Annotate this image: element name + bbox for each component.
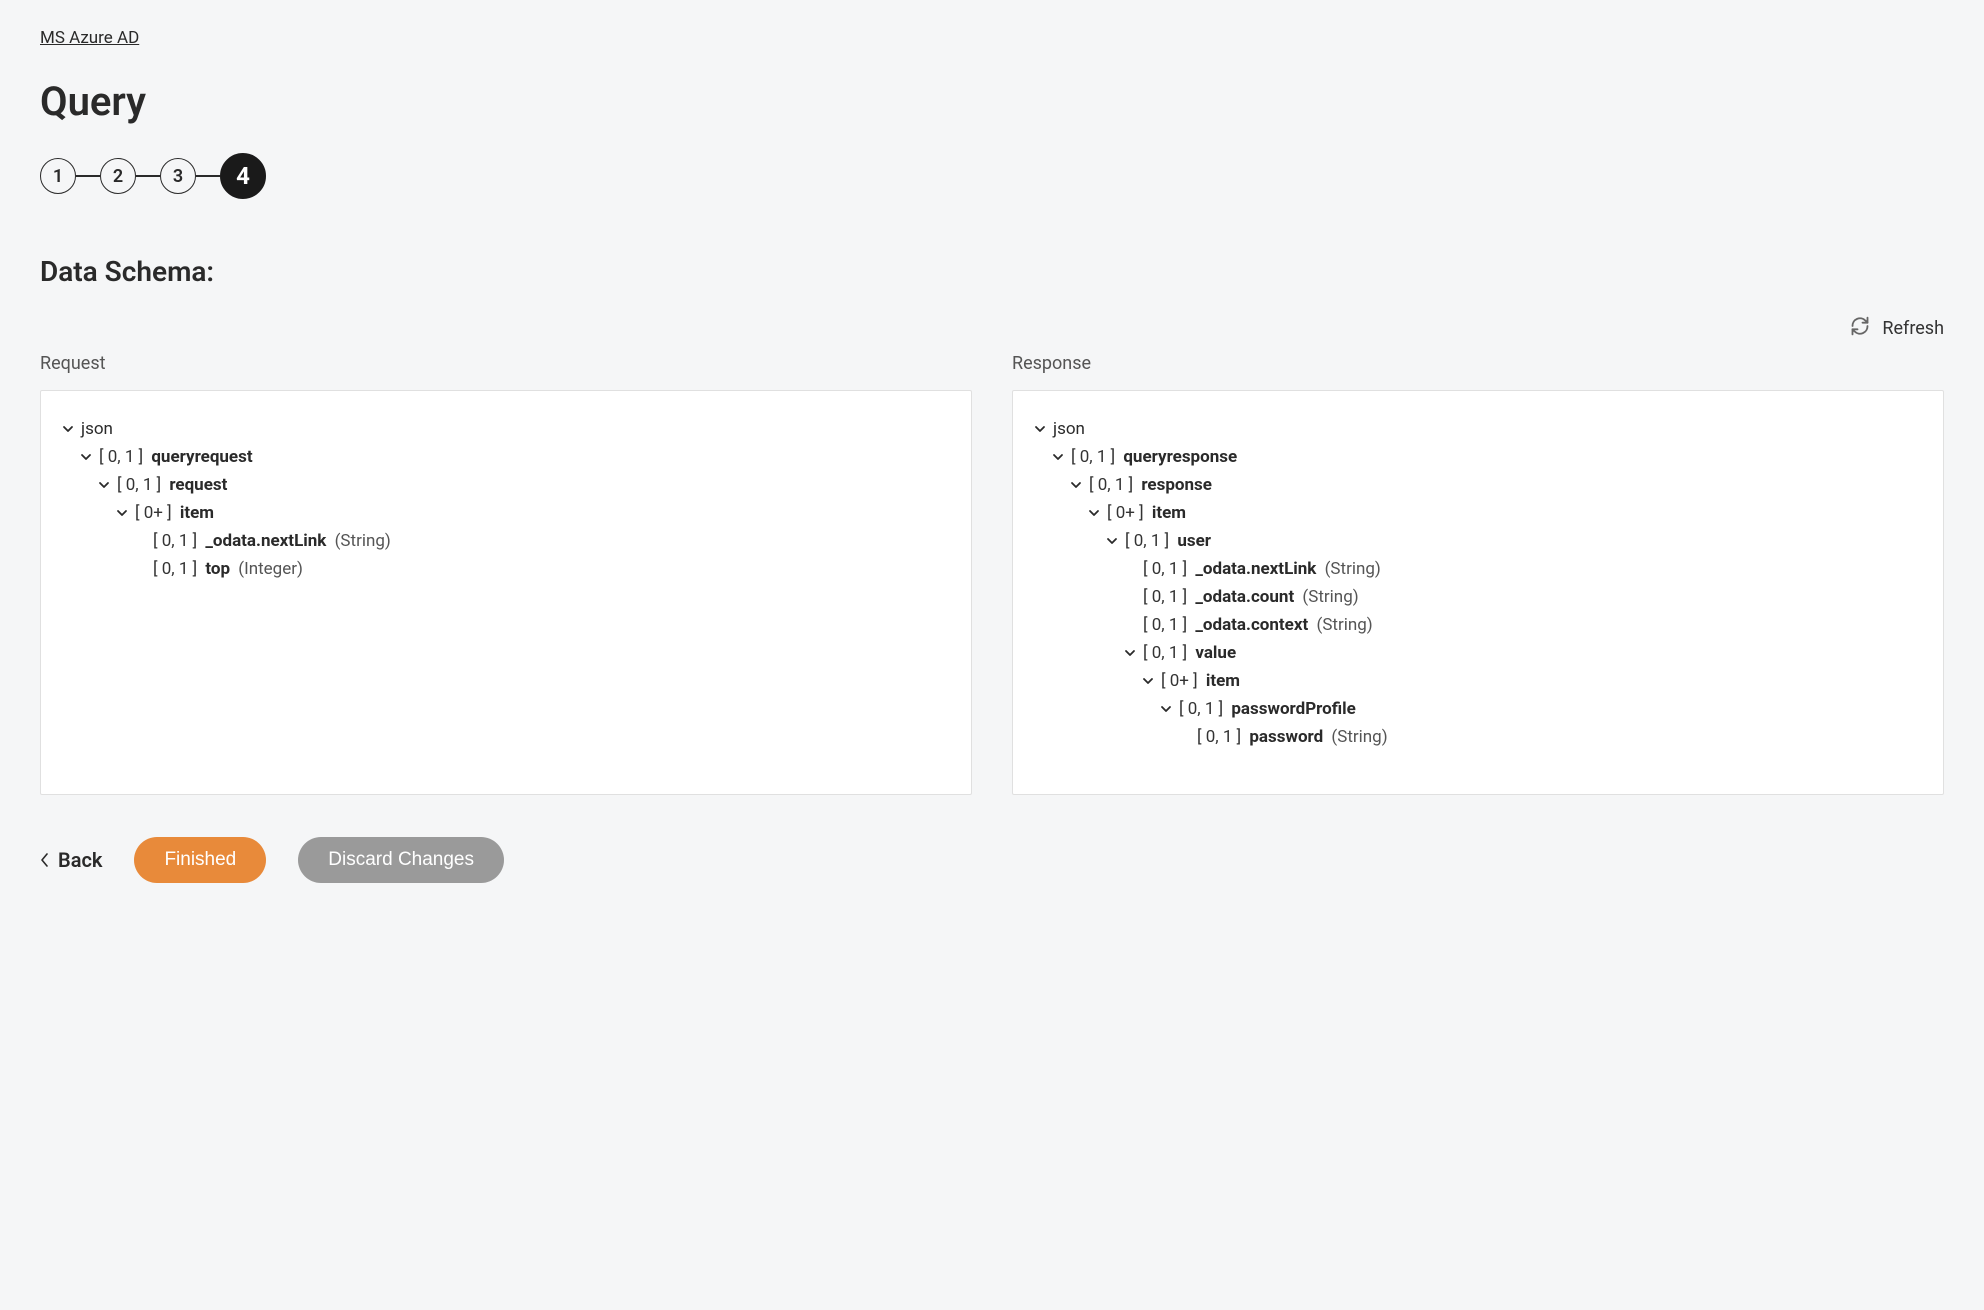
tree-children: [ 0, 1 ] user [ 0, 1 ] _odata.nextLink (S… [1033,527,1923,751]
discard-changes-button[interactable]: Discard Changes [298,837,504,883]
stepper: 1234 [40,153,1944,199]
tree-node[interactable]: json [1033,415,1923,443]
refresh-label: Refresh [1882,318,1944,339]
request-column-title: Request [40,353,972,374]
tree-node-label: [ 0, 1 ] password (String) [1197,727,1388,747]
response-column-title: Response [1012,353,1944,374]
tree-node[interactable]: [ 0, 1 ] queryresponse [1033,443,1923,471]
chevron-down-icon [1123,618,1137,632]
tree-node[interactable]: [ 0, 1 ] user [1033,527,1923,555]
tree-node[interactable]: [ 0, 1 ] _odata.context (String) [1033,611,1923,639]
tree-node-label: [ 0, 1 ] response [1089,475,1212,495]
tree-node[interactable]: [ 0, 1 ] passwordProfile [1033,695,1923,723]
tree-node[interactable]: [ 0, 1 ] _odata.nextLink (String) [61,527,951,555]
tree-node[interactable]: [ 0, 1 ] _odata.count (String) [1033,583,1923,611]
tree-node-label: [ 0, 1 ] _odata.nextLink (String) [153,531,391,551]
tree-node[interactable]: [ 0, 1 ] queryrequest [61,443,951,471]
tree-node[interactable]: [ 0, 1 ] top (Integer) [61,555,951,583]
chevron-down-icon [133,534,147,548]
step-connector [196,175,220,177]
chevron-down-icon [1105,534,1119,548]
breadcrumb-link[interactable]: MS Azure AD [40,28,139,48]
tree-node-label: [ 0, 1 ] _odata.context (String) [1143,615,1373,635]
tree-node-label: json [1053,419,1085,439]
tree-node[interactable]: [ 0, 1 ] response [1033,471,1923,499]
tree-node-label: [ 0, 1 ] queryresponse [1071,447,1237,467]
chevron-down-icon [115,506,129,520]
tree-children: [ 0+ ] item [ 0, 1 ] user [ 0, 1 ] _odata.… [1033,499,1923,751]
tree-node-label: json [81,419,113,439]
section-title: Data Schema: [40,255,1944,288]
tree-children: [ 0, 1 ] password (String) [1033,723,1923,751]
chevron-left-icon [40,848,50,872]
tree-children: [ 0, 1 ] passwordProfile [ 0, 1 ] passwor… [1033,695,1923,751]
tree-children: [ 0, 1 ] response[ 0+ ] item[ 0, 1 ] use… [1033,471,1923,751]
response-schema-panel: json [ 0, 1 ] queryresponse [ 0, 1 ] respo… [1012,390,1944,795]
chevron-down-icon [1087,506,1101,520]
request-schema-panel: json [ 0, 1 ] queryrequest [ 0, 1 ] reques… [40,390,972,795]
tree-children: [ 0+ ] item[ 0, 1 ] passwordProfile[ 0, … [1033,667,1923,751]
footer-actions: Back Finished Discard Changes [40,837,1944,883]
tree-children: [ 0, 1 ] queryresponse [ 0, 1 ] response [… [1033,443,1923,751]
back-label: Back [58,848,102,872]
tree-node[interactable]: [ 0, 1 ] request [61,471,951,499]
chevron-down-icon [1159,702,1173,716]
step-1[interactable]: 1 [40,158,76,194]
step-2[interactable]: 2 [100,158,136,194]
tree-node-label: [ 0+ ] item [135,503,214,523]
refresh-button[interactable]: Refresh [40,316,1944,341]
tree-node-label: [ 0+ ] item [1161,671,1240,691]
tree-node[interactable]: [ 0, 1 ] value [1033,639,1923,667]
step-4[interactable]: 4 [220,153,266,199]
tree-node[interactable]: [ 0, 1 ] _odata.nextLink (String) [1033,555,1923,583]
chevron-down-icon [1141,674,1155,688]
tree-node-label: [ 0+ ] item [1107,503,1186,523]
back-button[interactable]: Back [40,848,102,872]
tree-node[interactable]: [ 0, 1 ] password (String) [1033,723,1923,751]
tree-node-label: [ 0, 1 ] queryrequest [99,447,253,467]
chevron-down-icon [1177,730,1191,744]
chevron-down-icon [1069,478,1083,492]
tree-children: [ 0, 1 ] request [ 0+ ] item [ 0, 1 ] _oda… [61,471,951,583]
tree-node[interactable]: [ 0+ ] item [61,499,951,527]
chevron-down-icon [1051,450,1065,464]
step-connector [76,175,100,177]
tree-children: [ 0, 1 ] queryrequest[ 0, 1 ] request[ 0… [61,443,951,583]
chevron-down-icon [1123,646,1137,660]
tree-children: [ 0, 1 ] _odata.nextLink (String) [ 0, 1 … [1033,555,1923,751]
chevron-down-icon [1033,422,1047,436]
response-column: Response json[ 0, 1 ] queryresponse[ 0, … [1012,353,1944,795]
step-connector [136,175,160,177]
finished-button[interactable]: Finished [134,837,266,883]
schema-columns: Request json [ 0, 1 ] queryrequest [ 0, 1 … [40,353,1944,795]
request-column: Request json [ 0, 1 ] queryrequest [ 0, 1 … [40,353,972,795]
tree-node-label: [ 0, 1 ] passwordProfile [1179,699,1356,719]
tree-children: [ 0+ ] item [ 0, 1 ] _odata.nextLink (Str… [61,499,951,583]
tree-node-label: [ 0, 1 ] value [1143,643,1236,663]
page-title: Query [40,78,1944,125]
tree-node-label: [ 0, 1 ] user [1125,531,1211,551]
tree-node-label: [ 0, 1 ] _odata.count (String) [1143,587,1359,607]
tree-node-label: [ 0, 1 ] top (Integer) [153,559,303,579]
chevron-down-icon [133,562,147,576]
tree-children: [ 0, 1 ] _odata.nextLink (String) [ 0, 1 … [61,527,951,583]
tree-node-label: [ 0, 1 ] _odata.nextLink (String) [1143,559,1381,579]
chevron-down-icon [1123,590,1137,604]
chevron-down-icon [61,422,75,436]
step-3[interactable]: 3 [160,158,196,194]
chevron-down-icon [79,450,93,464]
chevron-down-icon [97,478,111,492]
refresh-icon [1850,316,1870,341]
tree-node[interactable]: json [61,415,951,443]
tree-node[interactable]: [ 0+ ] item [1033,667,1923,695]
tree-node-label: [ 0, 1 ] request [117,475,227,495]
tree-node[interactable]: [ 0+ ] item [1033,499,1923,527]
chevron-down-icon [1123,562,1137,576]
